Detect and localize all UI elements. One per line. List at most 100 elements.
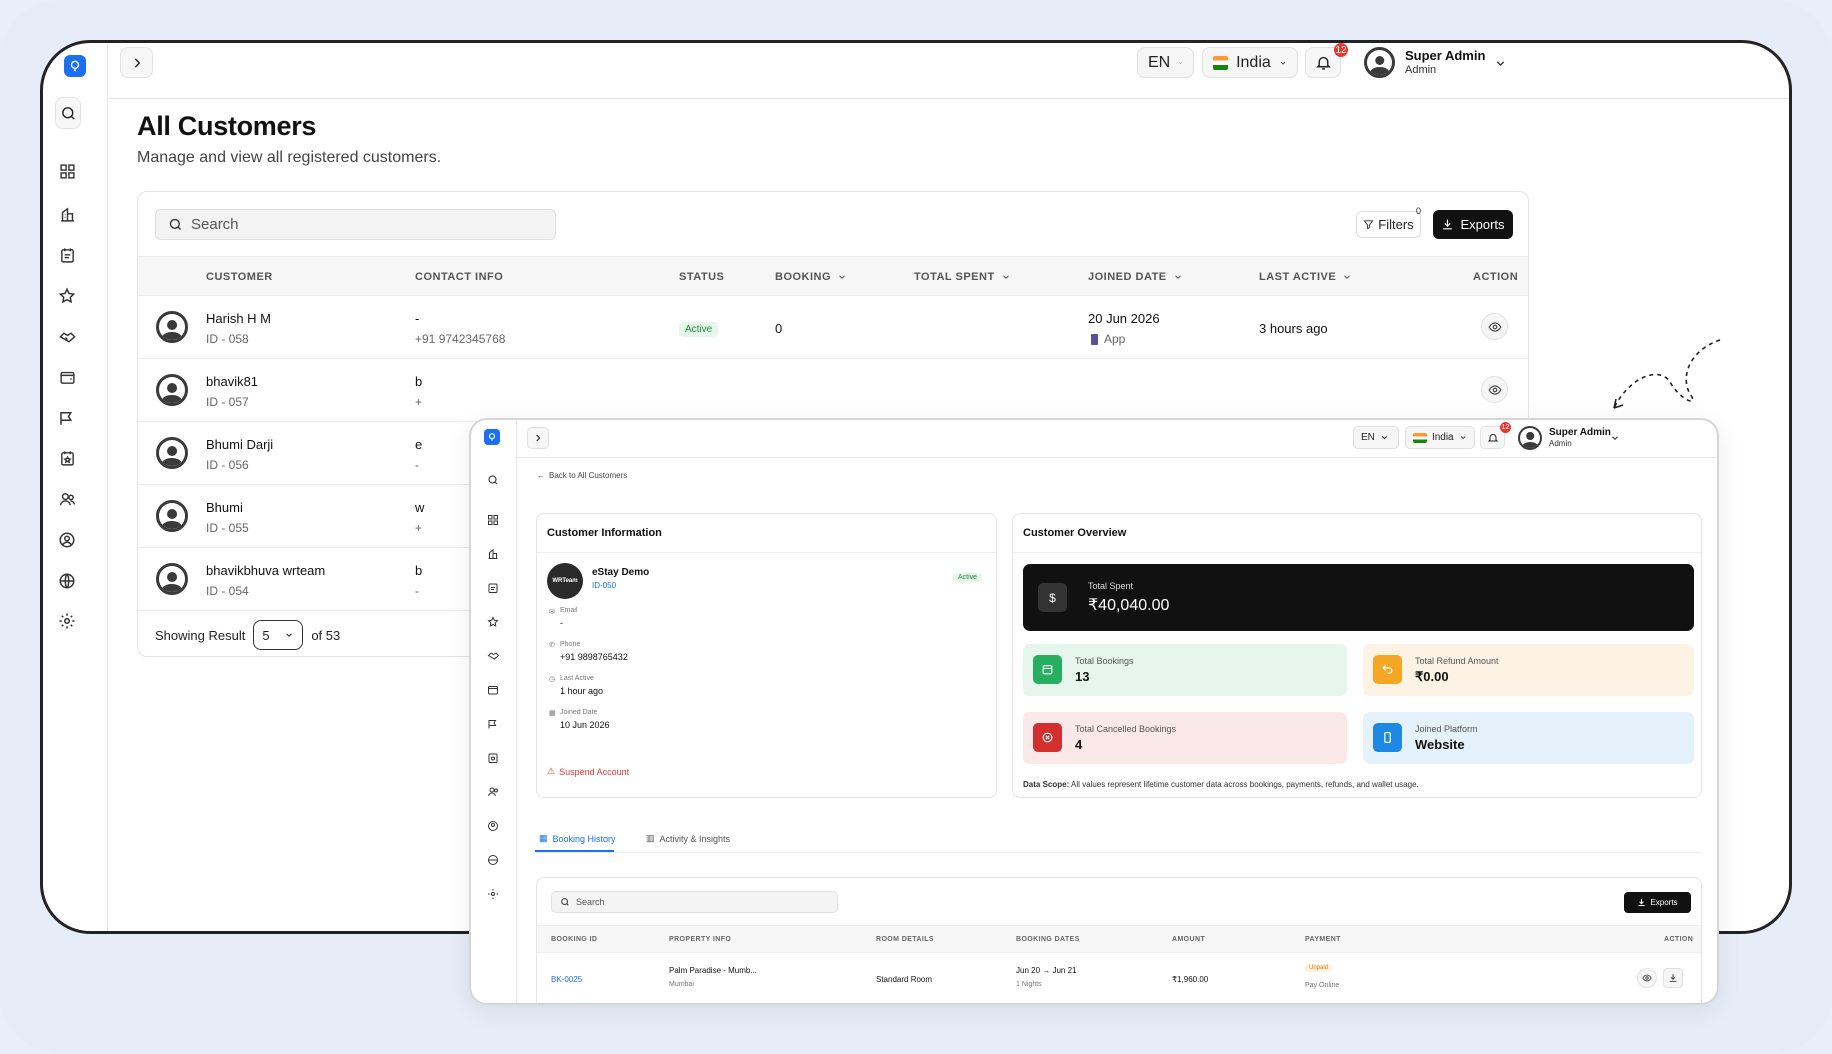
language-select[interactable]: EN — [1353, 426, 1399, 449]
handshake-icon[interactable] — [483, 646, 503, 666]
dashboard-icon[interactable] — [57, 161, 77, 181]
dashboard-icon[interactable] — [483, 510, 503, 530]
back-link[interactable]: ← Back to All Customers — [537, 471, 627, 480]
users-icon[interactable] — [483, 782, 503, 802]
customer-phone: +91 9742345768 — [415, 332, 506, 346]
last-active-value: 1 hour ago — [560, 686, 604, 696]
exports-label: Exports — [1460, 217, 1505, 232]
event-calendar-icon[interactable] — [483, 748, 503, 768]
tab-booking-history[interactable]: ▦ Booking History — [539, 833, 616, 844]
refund-label: Total Refund Amount — [1415, 656, 1499, 666]
suspend-account-button[interactable]: ⚠ Suspend Account — [547, 766, 629, 777]
country-label: India — [1236, 53, 1271, 71]
bookings-value: 13 — [1075, 669, 1090, 684]
detail-sidebar — [471, 420, 517, 1003]
country-select[interactable]: India — [1405, 426, 1475, 449]
globe-icon[interactable] — [57, 571, 77, 591]
customer-name: bhavikbhuva wrteam — [206, 563, 326, 578]
header-joined-date[interactable]: JOINED DATE — [1088, 271, 1183, 283]
header-booking-id: BOOKING ID — [551, 936, 598, 943]
header-status[interactable]: STATUS — [679, 271, 724, 283]
joined-platform-tile: Joined Platform Website — [1363, 712, 1694, 764]
view-eye-icon[interactable] — [1637, 968, 1657, 988]
avatar[interactable] — [1364, 47, 1395, 78]
header-action: ACTION — [1473, 271, 1519, 283]
building-icon[interactable] — [483, 544, 503, 564]
expand-sidebar-button[interactable] — [120, 47, 153, 78]
user-circle-icon[interactable] — [57, 530, 77, 550]
tab-activity-insights[interactable]: ▥ Activity & Insights — [646, 833, 730, 844]
app-logo-icon[interactable] — [484, 429, 500, 445]
chevron-down-icon — [1174, 275, 1181, 279]
view-eye-icon[interactable] — [1481, 313, 1508, 340]
avatar[interactable] — [1518, 426, 1542, 450]
booking-exports-button[interactable]: Exports — [1624, 892, 1691, 913]
chevron-down-icon — [1381, 436, 1388, 440]
chevron-down-icon — [1344, 275, 1351, 279]
search-icon[interactable] — [483, 470, 503, 490]
star-icon[interactable] — [483, 612, 503, 632]
detail-top-bar: EN India 12 Super Admin Admin — [517, 420, 1717, 458]
customer-id: ID - 055 — [206, 521, 249, 535]
handshake-icon[interactable] — [57, 327, 77, 347]
language-select[interactable]: EN — [1137, 47, 1194, 78]
booking-id-link[interactable]: BK-0025 — [551, 975, 582, 984]
view-eye-icon[interactable] — [1481, 376, 1508, 403]
header-contact[interactable]: CONTACT INFO — [415, 271, 503, 283]
table-row[interactable]: Harish H M ID - 058 - +91 9742345768 Act… — [138, 296, 1528, 359]
booking-nights: 1 Nights — [1016, 981, 1042, 988]
property-name: Palm Paradise - Mumb... — [669, 966, 758, 975]
wallet-icon[interactable] — [57, 367, 77, 387]
building-icon[interactable] — [57, 204, 77, 224]
megaphone-icon[interactable] — [483, 714, 503, 734]
settings-icon[interactable] — [57, 611, 77, 631]
bookings-icon[interactable] — [57, 245, 77, 265]
filters-button[interactable]: Filters — [1356, 211, 1421, 238]
search-icon[interactable] — [55, 97, 81, 129]
settings-icon[interactable] — [483, 884, 503, 904]
exports-button[interactable]: Exports — [1433, 210, 1513, 239]
bookings-label: Total Bookings — [1075, 656, 1134, 666]
user-menu-chevron-icon[interactable] — [1494, 57, 1507, 70]
star-icon[interactable] — [57, 286, 77, 306]
table-row[interactable]: bhavik81 ID - 057 b + — [138, 359, 1528, 422]
wallet-icon[interactable] — [483, 680, 503, 700]
booking-amount: ₹1,960.00 — [1172, 975, 1209, 984]
header-total-spent[interactable]: TOTAL SPENT — [914, 271, 1011, 283]
header-booking[interactable]: BOOKING — [775, 271, 847, 283]
header-last-active[interactable]: LAST ACTIVE — [1259, 271, 1352, 283]
booking-count: 0 — [775, 321, 783, 336]
mail-icon: ✉ — [549, 609, 555, 616]
joined-source: App — [1091, 332, 1125, 346]
user-circle-icon[interactable] — [483, 816, 503, 836]
platform-label: Joined Platform — [1415, 724, 1478, 734]
event-calendar-icon[interactable] — [57, 448, 77, 468]
header-booking-dates: BOOKING DATES — [1016, 936, 1080, 943]
header-amount: AMOUNT — [1172, 936, 1206, 943]
user-menu-chevron-icon[interactable] — [1610, 433, 1620, 443]
avatar — [156, 563, 188, 595]
customer-phone: - — [415, 458, 419, 472]
app-logo-icon[interactable] — [64, 55, 86, 77]
users-icon[interactable] — [57, 489, 77, 509]
page-size-select[interactable]: 5 — [253, 620, 304, 650]
cancelled-bookings-tile: Total Cancelled Bookings 4 — [1023, 712, 1347, 764]
platform-value: Website — [1415, 737, 1465, 752]
total-spent-label: Total Spent — [1088, 581, 1134, 591]
property-city: Mumbai — [669, 981, 694, 988]
booking-row[interactable]: BK-0025 Palm Paradise - Mumb... Mumbai S… — [537, 953, 1701, 1003]
bookings-icon[interactable] — [483, 578, 503, 598]
expand-sidebar-button[interactable] — [527, 427, 549, 449]
notification-badge: 12 — [1334, 43, 1348, 57]
download-icon[interactable] — [1663, 968, 1683, 988]
language-label: EN — [1148, 53, 1171, 71]
search-input[interactable]: Search — [155, 209, 556, 240]
refund-value: ₹0.00 — [1415, 669, 1449, 684]
country-select[interactable]: India — [1202, 47, 1298, 78]
pagination: Showing Result 5 of 53 — [155, 620, 340, 650]
globe-icon[interactable] — [483, 850, 503, 870]
megaphone-icon[interactable] — [57, 408, 77, 428]
chevron-down-icon — [1460, 436, 1466, 440]
booking-search-input[interactable]: Search — [551, 891, 838, 913]
header-customer[interactable]: CUSTOMER — [206, 271, 273, 283]
